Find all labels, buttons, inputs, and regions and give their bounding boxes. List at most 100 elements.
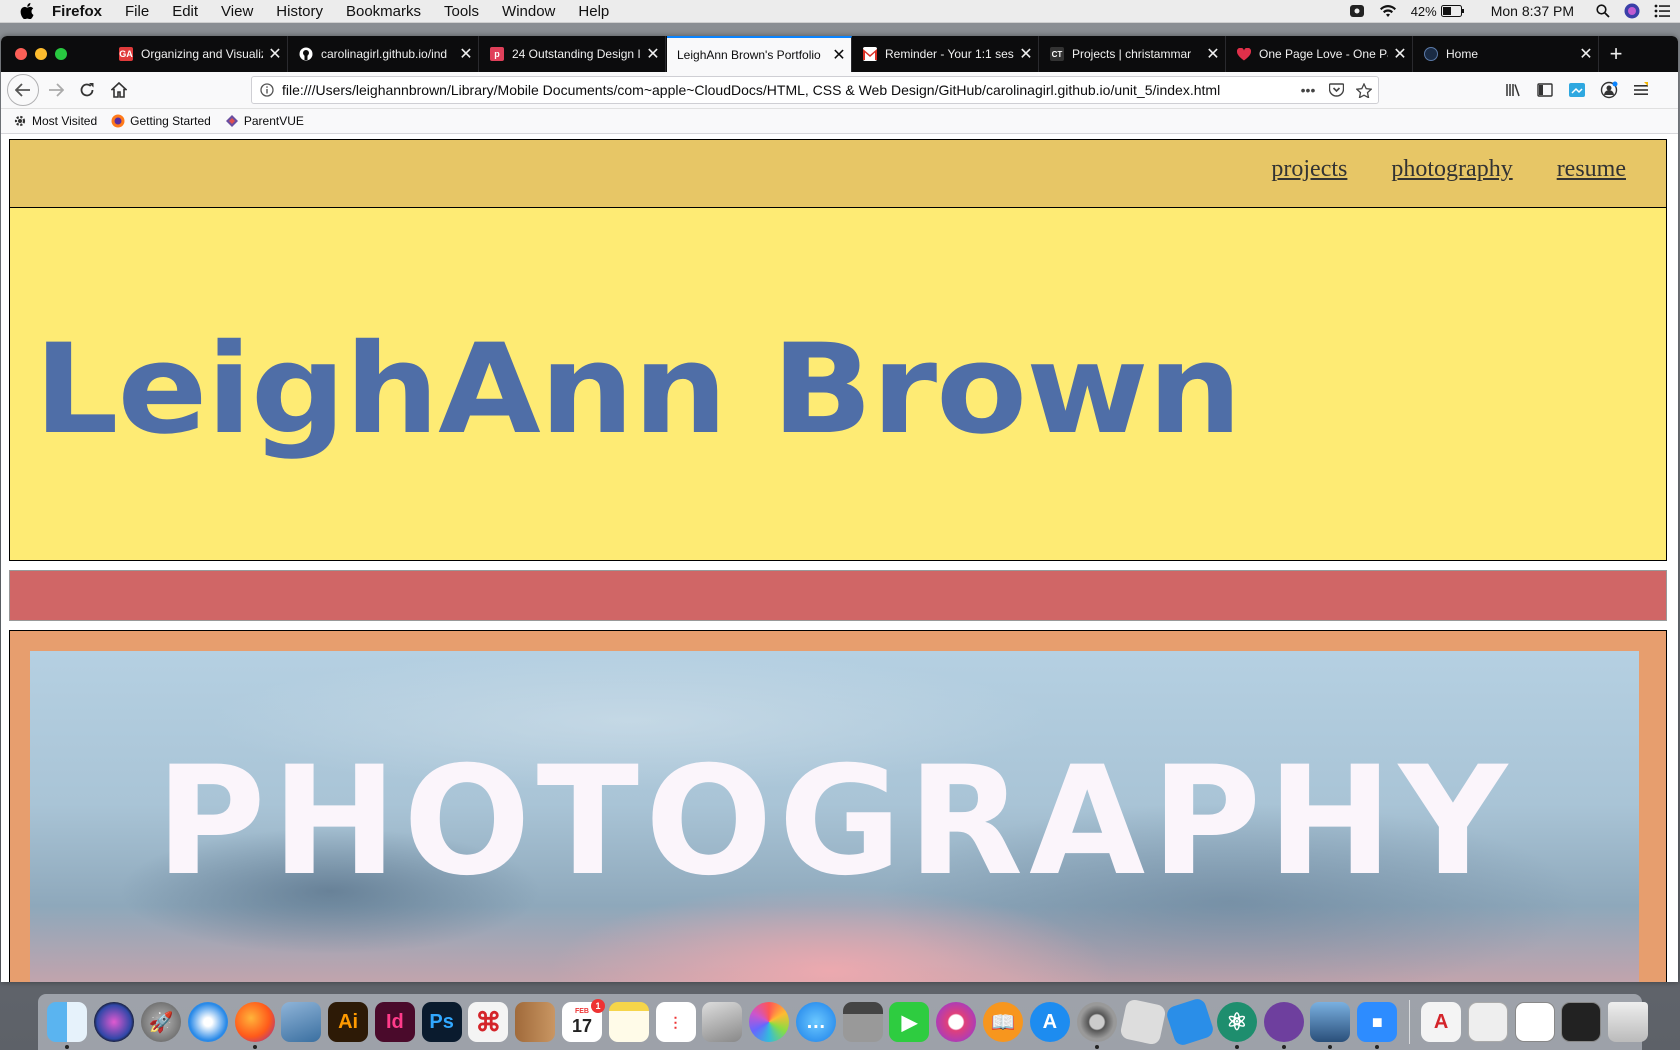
- screen-record-icon[interactable]: [1349, 4, 1365, 18]
- nav-link-projects[interactable]: projects: [1271, 156, 1347, 183]
- github-desktop-icon[interactable]: [1263, 1002, 1304, 1049]
- bookmark-most-visited[interactable]: Most Visited: [13, 114, 97, 128]
- tab-reminder[interactable]: Reminder - Your 1:1 ses ✕: [853, 36, 1039, 72]
- calendar-icon[interactable]: FEB 17 1: [561, 999, 605, 1042]
- xcode-icon[interactable]: [1164, 996, 1216, 1048]
- close-tab-icon[interactable]: ✕: [263, 44, 287, 64]
- page-actions-icon[interactable]: •••: [1294, 82, 1322, 98]
- spotlight-search-icon[interactable]: [1596, 4, 1610, 18]
- photos-icon[interactable]: [749, 1002, 790, 1042]
- menu-bookmarks[interactable]: Bookmarks: [346, 3, 421, 20]
- close-tab-icon[interactable]: ✕: [1388, 44, 1412, 64]
- illustrator-icon[interactable]: Ai: [328, 1002, 369, 1042]
- reminders-icon[interactable]: ⋮: [655, 1002, 696, 1042]
- trash-icon[interactable]: [1608, 1002, 1649, 1042]
- bookmark-label: ParentVUE: [243, 114, 304, 128]
- macos-dock: 🚀 Ai Id Ps ⌘ FEB 17 1 ⋮ … ▶ ♪ 📖 A ⚛ ■ A: [38, 994, 1649, 1050]
- system-preferences-icon[interactable]: [1076, 1002, 1117, 1049]
- url-bar[interactable]: file:///Users/leighannbrown/Library/Mobi…: [251, 76, 1379, 104]
- close-tab-icon[interactable]: ✕: [454, 44, 478, 64]
- page-viewport: projects photography resume LeighAnn Bro…: [1, 134, 1678, 982]
- roblox-icon[interactable]: [1119, 998, 1168, 1046]
- terminal-window-icon[interactable]: [1561, 1002, 1602, 1042]
- minimize-window-button[interactable]: [35, 48, 47, 60]
- notes-icon[interactable]: [608, 1002, 649, 1042]
- bookmark-star-icon[interactable]: [1350, 82, 1378, 98]
- downloads-stack-icon[interactable]: [1467, 1002, 1508, 1042]
- sidebar-icon[interactable]: [1529, 76, 1561, 104]
- notification-center-icon[interactable]: [1654, 4, 1670, 18]
- menu-file[interactable]: File: [125, 3, 149, 20]
- siri-icon[interactable]: [94, 1002, 135, 1042]
- account-icon[interactable]: [1593, 76, 1625, 104]
- url-text[interactable]: file:///Users/leighannbrown/Library/Mobi…: [282, 82, 1294, 98]
- photoshop-icon[interactable]: Ps: [421, 1002, 462, 1042]
- ibooks-icon[interactable]: 📖: [983, 1002, 1024, 1042]
- tab-strip: GA Organizing and Visualiz ✕ carolinagir…: [1, 36, 1678, 72]
- wifi-icon[interactable]: [1379, 4, 1397, 18]
- photography-section: PHOTOGRAPHY: [9, 630, 1667, 982]
- calculator-icon[interactable]: [842, 1002, 883, 1042]
- bookmark-parentvue[interactable]: ParentVUE: [225, 114, 304, 128]
- close-tab-icon[interactable]: ✕: [641, 44, 665, 64]
- close-window-button[interactable]: [15, 48, 27, 60]
- siri-icon[interactable]: [1624, 3, 1640, 19]
- firefox-icon[interactable]: [234, 1002, 275, 1049]
- messages-icon[interactable]: …: [795, 1002, 836, 1042]
- itunes-icon[interactable]: ♪: [936, 1002, 977, 1042]
- home-icon: [111, 82, 127, 98]
- app-store-icon[interactable]: A: [1029, 1002, 1070, 1042]
- library-icon[interactable]: [1497, 76, 1529, 104]
- menu-help[interactable]: Help: [578, 3, 609, 20]
- close-tab-icon[interactable]: ✕: [1201, 44, 1225, 64]
- tab-home[interactable]: Home ✕: [1414, 36, 1599, 72]
- finder-icon[interactable]: [47, 1002, 88, 1049]
- reload-button[interactable]: [72, 76, 102, 104]
- menu-history[interactable]: History: [276, 3, 323, 20]
- new-tab-plus-icon[interactable]: +: [1599, 36, 1633, 72]
- menu-app-name[interactable]: Firefox: [52, 3, 102, 20]
- close-tab-icon[interactable]: ✕: [827, 45, 851, 65]
- navigation-toolbar: file:///Users/leighannbrown/Library/Mobi…: [1, 72, 1678, 109]
- contacts-icon[interactable]: [515, 1002, 556, 1042]
- menubar-clock[interactable]: Mon 8:37 PM: [1491, 3, 1574, 19]
- forward-button[interactable]: [41, 76, 71, 104]
- atom-icon[interactable]: ⚛: [1216, 1002, 1257, 1049]
- menu-edit[interactable]: Edit: [172, 3, 198, 20]
- nav-link-resume[interactable]: resume: [1557, 156, 1626, 183]
- acrobat-icon[interactable]: ⌘: [468, 1002, 509, 1042]
- facetime-icon[interactable]: ▶: [889, 1002, 930, 1042]
- close-tab-icon[interactable]: ✕: [1014, 44, 1038, 64]
- documents-stack-icon[interactable]: A: [1421, 1002, 1462, 1042]
- menu-window[interactable]: Window: [502, 3, 555, 20]
- tab-organizing[interactable]: GA Organizing and Visualiz ✕: [109, 36, 288, 72]
- photo-booth-icon[interactable]: [702, 1002, 743, 1042]
- menu-tools[interactable]: Tools: [444, 3, 479, 20]
- hamburger-menu-icon[interactable]: [1625, 76, 1657, 104]
- pocket-icon[interactable]: [1322, 83, 1350, 97]
- close-tab-icon[interactable]: ✕: [1574, 44, 1598, 64]
- menu-view[interactable]: View: [221, 3, 253, 20]
- safari-icon[interactable]: [187, 1002, 228, 1042]
- preview-icon[interactable]: [281, 1002, 322, 1042]
- indesign-icon[interactable]: Id: [374, 1002, 415, 1042]
- battery-icon[interactable]: [1440, 5, 1465, 17]
- image-capture-icon[interactable]: [1310, 1002, 1351, 1049]
- window-stack-icon[interactable]: [1514, 1002, 1555, 1042]
- site-info-icon[interactable]: [252, 83, 282, 97]
- hero-section: LeighAnn Brown: [9, 207, 1667, 561]
- bookmark-getting-started[interactable]: Getting Started: [111, 114, 211, 128]
- tab-24-outstanding[interactable]: p 24 Outstanding Design I ✕: [480, 36, 666, 72]
- nav-link-photography[interactable]: photography: [1391, 156, 1512, 183]
- back-button[interactable]: [7, 74, 39, 106]
- apple-logo-icon[interactable]: [20, 3, 34, 19]
- tab-projects-christammar[interactable]: CT Projects | christammar ✕: [1040, 36, 1226, 72]
- home-button[interactable]: [104, 76, 134, 104]
- zoom-icon[interactable]: ■: [1357, 1002, 1398, 1049]
- launchpad-icon[interactable]: 🚀: [140, 1002, 181, 1042]
- zoom-window-button[interactable]: [55, 48, 67, 60]
- tab-carolinagirl[interactable]: carolinagirl.github.io/ind ✕: [289, 36, 479, 72]
- tab-portfolio-active[interactable]: LeighAnn Brown's Portfolio ✕: [667, 36, 852, 72]
- screenshot-extension-icon[interactable]: [1561, 76, 1593, 104]
- tab-one-page-love[interactable]: One Page Love - One Pa ✕: [1227, 36, 1413, 72]
